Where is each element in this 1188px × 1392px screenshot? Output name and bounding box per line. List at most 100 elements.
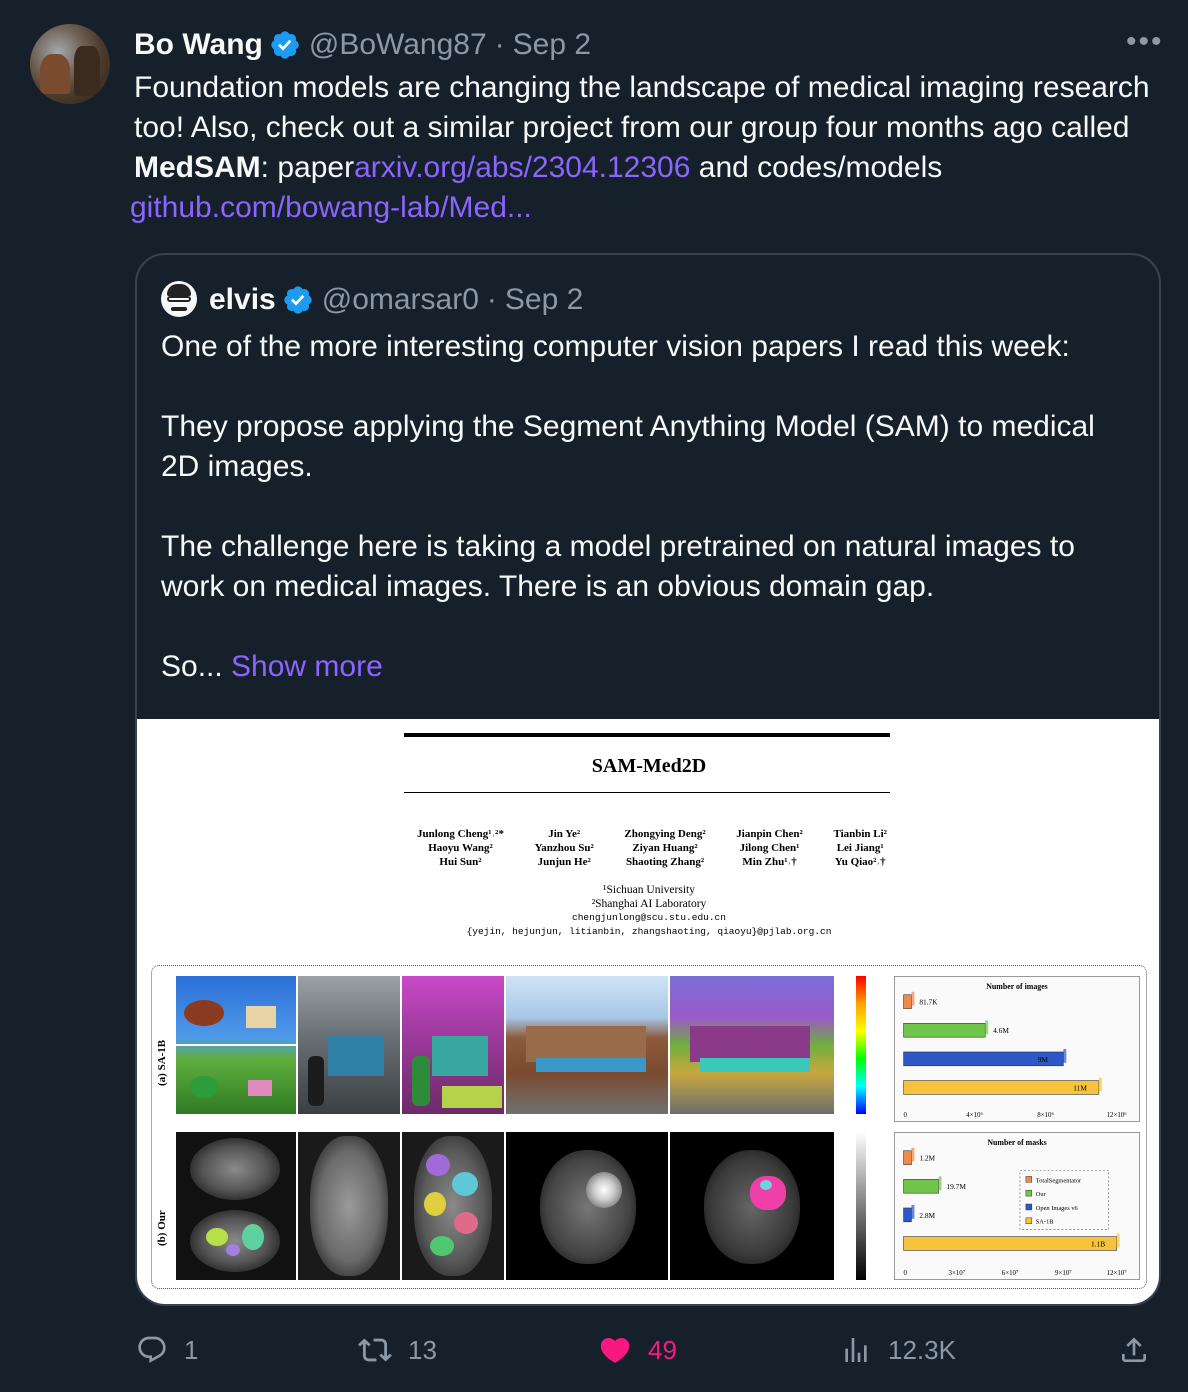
quoted-author-handle[interactable]: @omarsar0: [322, 283, 479, 317]
legend-swatch: [1025, 1189, 1033, 1197]
views-count: 12.3K: [888, 1334, 956, 1365]
tweet-date[interactable]: Sep 2: [513, 28, 591, 62]
chart-bar-side: [1098, 1077, 1102, 1092]
bar-value-label: 19.7M: [946, 1182, 966, 1191]
chart-bar: [903, 994, 912, 1009]
quoted-tweet-date[interactable]: Sep 2: [505, 283, 583, 317]
author-name: Shaoting Zhang²: [625, 856, 705, 868]
bar-value-label: 11M: [1073, 1083, 1087, 1092]
images-bar-chart: Number of images 81.7K 4.6M 9M 11M 0 4×10⁶ 8×10…: [894, 976, 1140, 1122]
bar-value-label: 9M: [1038, 1055, 1049, 1064]
legend-label: TotalSegmentator: [1036, 1177, 1082, 1184]
tweet-text-part3: and codes/models: [690, 151, 943, 184]
paper-figure: (a) SA-1B (b) Our Number of images 81.7K…: [151, 965, 1147, 1289]
colorbar-medical: [856, 1132, 866, 1280]
legend-label: Our: [1036, 1191, 1047, 1198]
views-button[interactable]: 12.3K: [840, 1330, 956, 1370]
author-name: Jin Ye²: [548, 828, 581, 840]
retweet-count: 13: [408, 1334, 437, 1365]
brain-mri-segmented: [670, 1132, 834, 1280]
more-options-icon[interactable]: •••: [1126, 27, 1164, 57]
segmented-image-station: [670, 976, 834, 1114]
author-name: Jianpin Chen²: [736, 828, 803, 840]
natural-image-tram: [298, 976, 400, 1114]
legend-swatch: [1025, 1203, 1033, 1211]
axis-tick-label: 8×10⁶: [1037, 1112, 1054, 1119]
author-name[interactable]: Bo Wang: [134, 28, 263, 62]
axis-tick-label: 12×10⁷: [1107, 1270, 1128, 1277]
action-bar: 1 13 49 12.3K: [0, 1330, 1188, 1370]
legend-label: Open Images v6: [1036, 1205, 1079, 1212]
verified-badge-icon: [271, 31, 299, 59]
github-link[interactable]: github.com/bowang-lab/Med...: [130, 188, 532, 228]
natural-image-landscape: [176, 976, 296, 1114]
ct-coronal-segmented: [402, 1132, 504, 1280]
author-name: Lei Jiang¹: [836, 842, 884, 854]
author-name: Zhongying Deng²: [624, 828, 706, 840]
paper-affiliations: ¹Sichuan University ²Shanghai AI Laborat…: [137, 883, 1159, 939]
legend-label: SA-1B: [1036, 1219, 1054, 1226]
reply-count: 1: [184, 1334, 199, 1365]
quoted-tweet[interactable]: elvis @omarsar0 · Sep 2 One of the more …: [135, 253, 1161, 1306]
axis-tick-label: 6×10⁷: [1002, 1270, 1019, 1277]
legend-swatch: [1025, 1176, 1033, 1183]
masks-bar-chart: Number of masks 1.2M 19.7M 2.8M 1.1B 0 3×10⁷ 6×…: [894, 1132, 1140, 1280]
chart-bar: [903, 1179, 939, 1194]
axis-tick-label: 0: [904, 1112, 908, 1119]
chart-bar: [903, 1236, 1117, 1251]
like-button[interactable]: 49: [598, 1330, 677, 1370]
chart-title: Number of masks: [987, 1138, 1046, 1147]
show-more-link[interactable]: Show more: [231, 650, 383, 683]
paper-preview-image[interactable]: SAM-Med2D Junlong Cheng¹˒²* Haoyu Wang² Hu…: [137, 719, 1159, 1304]
author-column: Tianbin Li² Lei Jiang¹ Yu Qiao²˒†: [833, 827, 887, 869]
email-2: {yejin, hejunjun, litianbin, zhangshaoti…: [466, 926, 832, 937]
ct-axial-image: [176, 1132, 296, 1280]
natural-image-station: [506, 976, 668, 1114]
author-column: Junlong Cheng¹˒²* Haoyu Wang² Hui Sun²: [417, 827, 504, 869]
axis-tick-label: 12×10⁶: [1107, 1112, 1128, 1119]
email-1: chengjunlong@scu.stu.edu.cn: [572, 912, 726, 923]
author-name: Yu Qiao²˒†: [834, 856, 886, 868]
bar-value-label: 1.2M: [919, 1154, 935, 1163]
views-icon: [845, 1338, 867, 1362]
quoted-tweet-header: elvis @omarsar0 · Sep 2: [209, 281, 583, 319]
chart-bar: [903, 1150, 912, 1165]
chart-bar: [903, 1023, 986, 1038]
chart-bar-side: [911, 1205, 915, 1219]
quoted-author-avatar[interactable]: [161, 281, 197, 317]
reply-icon: [138, 1336, 166, 1363]
author-column: Jin Ye² Yanzhou Su² Junjun He²: [535, 827, 594, 869]
share-button[interactable]: [1118, 1330, 1150, 1370]
paper-authors: Junlong Cheng¹˒²* Haoyu Wang² Hui Sun² Jin …: [417, 827, 887, 869]
brain-mri-image: [506, 1132, 668, 1280]
chart-bar-side: [911, 1147, 915, 1162]
quoted-paragraph-4: So... Show more: [161, 647, 1141, 687]
arxiv-link[interactable]: arxiv.org/abs/2304.12306: [354, 151, 690, 184]
legend-swatch: [1025, 1217, 1033, 1225]
retweet-button[interactable]: 13: [358, 1330, 437, 1370]
bar-value-label: 1.1B: [1091, 1239, 1105, 1248]
axis-tick-label: 0: [904, 1270, 908, 1277]
quoted-author-name[interactable]: elvis: [209, 283, 276, 317]
tweet-text-bold: MedSAM: [134, 151, 261, 184]
author-name: Yanzhou Su²: [534, 842, 594, 854]
author-handle[interactable]: @BoWang87: [309, 28, 487, 62]
axis-tick-label: 4×10⁶: [966, 1112, 983, 1119]
retweet-icon: [358, 1338, 392, 1362]
bar-value-label: 81.7K: [919, 998, 938, 1007]
author-avatar[interactable]: [30, 24, 110, 104]
author-name: Ziyan Huang²: [632, 842, 698, 854]
top-rule: [404, 733, 890, 737]
tweet-text-part1: Foundation models are changing the lands…: [134, 71, 1150, 144]
author-column: Zhongying Deng² Ziyan Huang² Shaoting Zhan…: [624, 827, 705, 869]
title-rule: [404, 792, 890, 793]
author-name: Junjun He²: [537, 856, 591, 868]
reply-button[interactable]: 1: [136, 1330, 198, 1370]
chart-bar-side: [938, 1176, 942, 1191]
ct-coronal-image: [298, 1132, 400, 1280]
quoted-tweet-text: One of the more interesting computer vis…: [161, 327, 1141, 687]
author-name: Min Zhu¹˒†: [742, 856, 797, 868]
chart-bar: [903, 1080, 1100, 1095]
author-name: Junlong Cheng¹˒²*: [417, 828, 504, 840]
author-name: Jilong Chen¹: [739, 842, 800, 854]
